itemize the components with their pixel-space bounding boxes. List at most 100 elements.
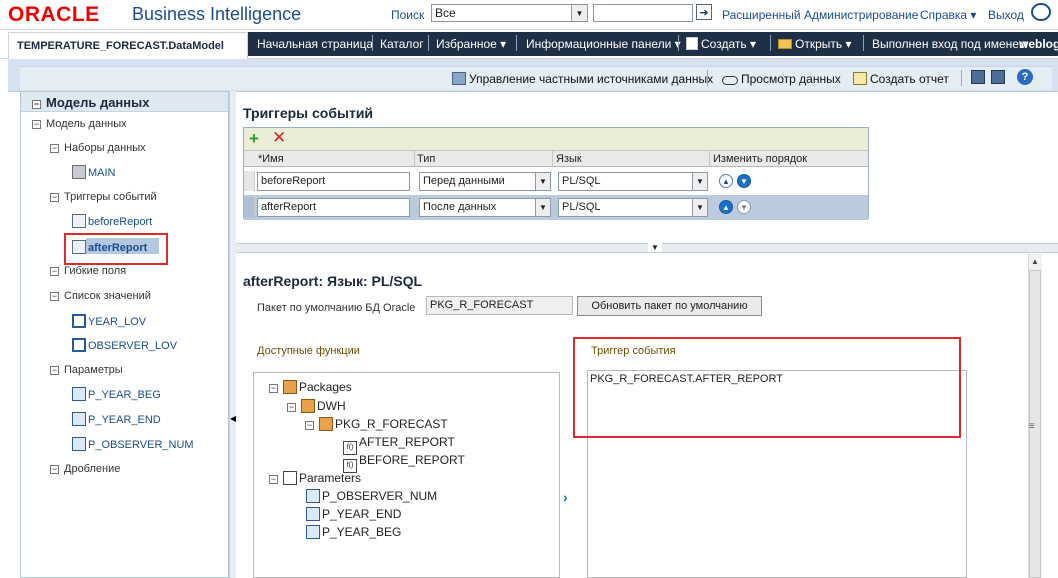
tree-item-p-year-beg[interactable]: P_YEAR_BEG	[72, 387, 161, 401]
move-right-icon[interactable]: ›	[563, 489, 568, 505]
package-icon	[283, 380, 297, 394]
search-scope-select[interactable]: Все ▼	[431, 4, 588, 22]
trigger-name-input[interactable]: afterReport	[257, 198, 410, 217]
col-divider	[709, 151, 710, 167]
collapse-icon[interactable]: −	[305, 421, 314, 430]
move-up-icon[interactable]: ▲	[719, 200, 733, 214]
tree-item-p-observer-num[interactable]: P_OBSERVER_NUM	[72, 437, 194, 451]
tree-item-p-year-end[interactable]: P_YEAR_END	[72, 412, 161, 426]
help-icon[interactable]: ?	[1017, 69, 1033, 85]
tree-schema[interactable]: − DWH	[287, 399, 346, 413]
nav-home[interactable]: Начальная страница	[257, 37, 373, 51]
nav-favorites[interactable]: Избранное ▾	[436, 37, 506, 51]
tree-flexfields[interactable]: − Гибкие поля	[50, 265, 126, 277]
nav-open-label: Открыть ▾	[795, 37, 852, 51]
trigger-language-select[interactable]: PL/SQL ▼	[558, 172, 708, 191]
add-icon[interactable]: +	[249, 130, 259, 147]
collapse-icon[interactable]: −	[269, 384, 278, 393]
tree-triggers[interactable]: − Триггеры событий	[50, 191, 157, 203]
nav-divider	[863, 35, 864, 51]
nav-create[interactable]: Создать ▾	[686, 37, 756, 51]
collapse-icon[interactable]: −	[50, 366, 59, 375]
chevron-down-icon[interactable]: ▼	[535, 199, 550, 216]
tree-flexfields-label: Гибкие поля	[64, 265, 127, 277]
collapse-icon[interactable]: −	[50, 465, 59, 474]
parameter-icon	[72, 412, 86, 426]
tree-root[interactable]: − Модель данных	[32, 118, 127, 130]
collapse-icon[interactable]: −	[269, 475, 278, 484]
tree-parameters-node[interactable]: − Parameters	[269, 471, 361, 485]
move-up-icon[interactable]: ▲	[719, 174, 733, 188]
tree-param-observer[interactable]: P_OBSERVER_NUM	[306, 489, 437, 503]
collapse-icon[interactable]: −	[50, 193, 59, 202]
view-data-button[interactable]: Просмотр данных	[722, 72, 841, 86]
tree-item-label: YEAR_LOV	[88, 316, 147, 328]
manage-private-sources-button[interactable]: Управление частными источниками данных	[452, 72, 713, 86]
collapse-icon[interactable]: −	[32, 100, 41, 109]
trigger-type-select[interactable]: Перед данными ▼	[419, 172, 551, 191]
tree-item-observer-lov[interactable]: OBSERVER_LOV	[72, 338, 177, 352]
available-functions-label: Доступные функции	[257, 345, 360, 357]
col-type: Тип	[417, 153, 436, 165]
chevron-down-icon[interactable]: ▼	[692, 173, 707, 190]
collapse-down-icon[interactable]: ▼	[648, 243, 662, 252]
chevron-down-icon[interactable]: ▼	[571, 5, 587, 21]
help-menu[interactable]: Справка ▾	[920, 8, 976, 22]
row-selector[interactable]	[244, 197, 255, 217]
tree-function-before[interactable]: f() BEFORE_REPORT	[343, 453, 465, 473]
tree-item-main[interactable]: MAIN	[72, 165, 116, 179]
schema-icon	[301, 399, 315, 413]
collapse-icon[interactable]: −	[287, 403, 296, 412]
nav-open[interactable]: Открыть ▾	[778, 37, 851, 51]
tree-package[interactable]: − PKG_R_FORECAST	[305, 417, 448, 431]
logout-link[interactable]: Выход	[988, 8, 1024, 22]
move-down-icon[interactable]: ▼	[737, 174, 751, 188]
tree-bursting[interactable]: − Дробление	[50, 463, 120, 475]
tree-item-beforereport[interactable]: beforeReport	[72, 214, 152, 228]
nav-dashboards[interactable]: Информационные панели ▾	[526, 37, 681, 51]
collapse-icon[interactable]: −	[50, 292, 59, 301]
tree-bursting-label: Дробление	[64, 463, 121, 475]
admin-link[interactable]: Администрирование	[804, 8, 918, 22]
delete-icon[interactable]: ✕	[272, 129, 286, 146]
horizontal-splitter[interactable]	[236, 243, 1058, 253]
nav-catalog[interactable]: Каталог	[380, 37, 424, 51]
collapse-icon[interactable]: −	[50, 267, 59, 276]
vertical-splitter[interactable]	[229, 91, 236, 578]
panel-title[interactable]: − Модель данных	[32, 95, 149, 110]
trigger-language-value: PL/SQL	[562, 201, 601, 213]
scroll-up-icon[interactable]: ▲	[1031, 257, 1039, 266]
save-icon[interactable]	[971, 70, 985, 84]
search-go-icon[interactable]: ➜	[696, 4, 712, 20]
chevron-down-icon[interactable]: ▼	[535, 173, 550, 190]
tree-package-label: PKG_R_FORECAST	[335, 417, 448, 431]
row-selector[interactable]	[244, 171, 255, 191]
tree-parameters[interactable]: − Параметры	[50, 364, 123, 376]
trigger-name-input[interactable]: beforeReport	[257, 172, 410, 191]
toolbar-divider	[707, 70, 708, 86]
trigger-icon	[72, 214, 86, 228]
collapse-icon[interactable]: −	[32, 120, 41, 129]
tree-item-label: P_OBSERVER_NUM	[88, 439, 194, 451]
highlight-box	[573, 337, 961, 438]
username[interactable]: weblog	[1019, 37, 1058, 51]
chevron-down-icon[interactable]: ▼	[692, 199, 707, 216]
tree-packages[interactable]: − Packages	[269, 380, 352, 394]
tree-function-after[interactable]: f() AFTER_REPORT	[343, 435, 455, 455]
save-as-icon[interactable]	[991, 70, 1005, 84]
document-tab[interactable]: TEMPERATURE_FORECAST.DataModel	[8, 32, 248, 59]
tree-item-year-lov[interactable]: YEAR_LOV	[72, 314, 146, 328]
tree-lov[interactable]: − Список значений	[50, 290, 151, 302]
tree-param-year-beg[interactable]: P_YEAR_BEG	[306, 525, 401, 539]
advanced-link[interactable]: Расширенный	[722, 8, 801, 22]
trigger-type-select[interactable]: После данных ▼	[419, 198, 551, 217]
tree-datasets[interactable]: − Наборы данных	[50, 142, 146, 154]
collapse-icon[interactable]: −	[50, 144, 59, 153]
create-report-button[interactable]: Создать отчет	[853, 72, 949, 86]
search-ring-icon[interactable]	[1031, 3, 1051, 21]
trigger-language-select[interactable]: PL/SQL ▼	[558, 198, 708, 217]
tree-triggers-label: Триггеры событий	[64, 191, 157, 203]
search-input[interactable]	[593, 4, 693, 22]
tree-param-year-end[interactable]: P_YEAR_END	[306, 507, 401, 521]
refresh-package-button[interactable]: Обновить пакет по умолчанию	[577, 296, 762, 316]
